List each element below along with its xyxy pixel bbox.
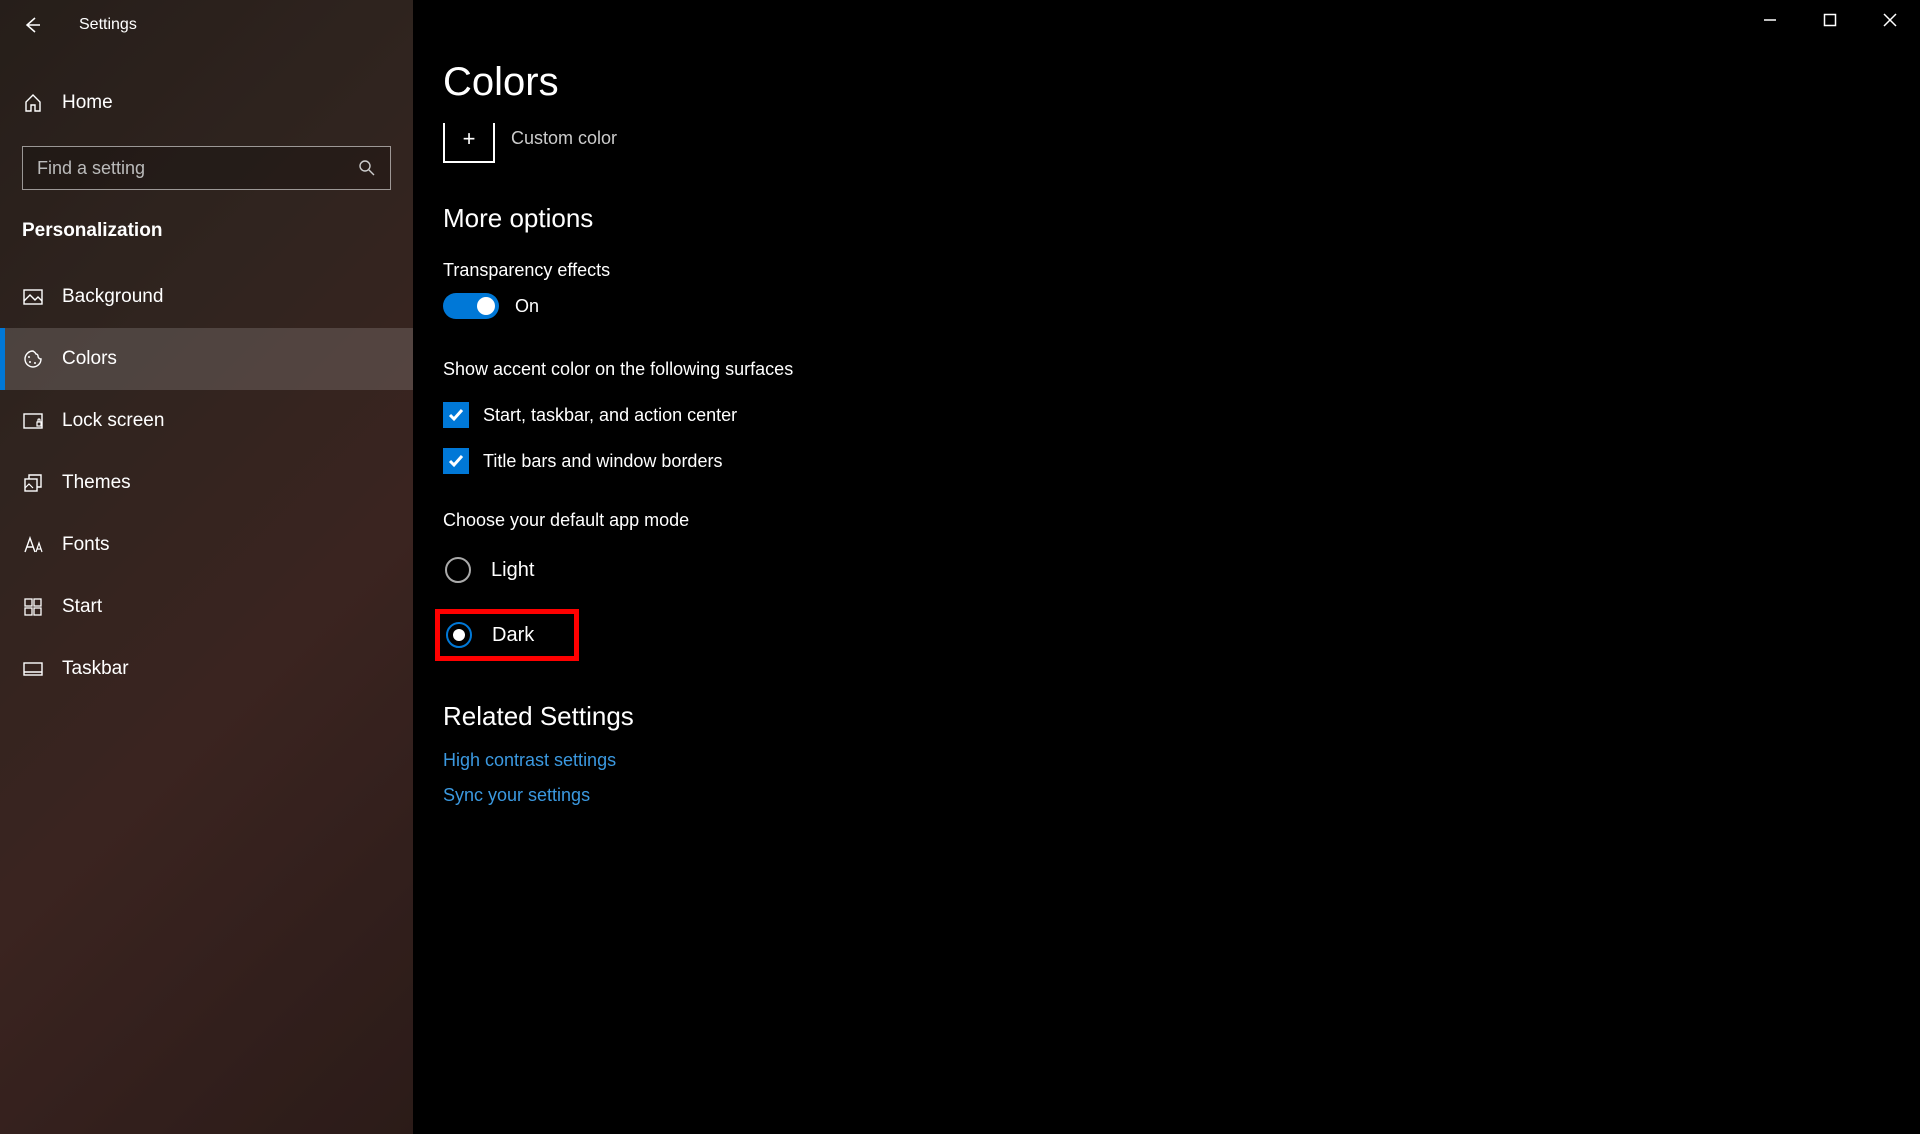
sidebar-item-label: Taskbar	[62, 658, 129, 680]
minimize-button[interactable]	[1740, 0, 1800, 40]
sidebar-item-taskbar[interactable]: Taskbar	[0, 638, 413, 700]
search-input[interactable]	[37, 158, 358, 179]
fonts-icon	[22, 534, 44, 556]
back-button[interactable]	[20, 13, 44, 37]
radio-label: Light	[491, 559, 534, 582]
high-contrast-link[interactable]: High contrast settings	[443, 750, 1920, 771]
custom-color-button[interactable]: + Custom color	[443, 123, 1920, 163]
themes-icon	[22, 472, 44, 494]
plus-box-icon: +	[443, 123, 495, 163]
transparency-state: On	[515, 296, 539, 317]
main-content: Colors + Custom color More options Trans…	[413, 0, 1920, 1134]
palette-icon	[22, 348, 44, 370]
transparency-toggle[interactable]	[443, 293, 499, 319]
checkbox-title-bars[interactable]	[443, 448, 469, 474]
window-title: Settings	[79, 16, 137, 34]
maximize-button[interactable]	[1800, 0, 1860, 40]
sidebar-item-background[interactable]: Background	[0, 266, 413, 328]
sidebar-item-label: Themes	[62, 472, 131, 494]
home-icon	[22, 92, 44, 114]
sidebar-item-label: Colors	[62, 348, 117, 370]
lock-screen-icon	[22, 410, 44, 432]
page-title: Colors	[443, 60, 1920, 105]
radio-dark[interactable]	[446, 622, 472, 648]
start-icon	[22, 596, 44, 618]
sidebar-item-themes[interactable]: Themes	[0, 452, 413, 514]
checkbox-label: Start, taskbar, and action center	[483, 405, 737, 426]
sidebar-item-label: Start	[62, 596, 102, 618]
sync-settings-link[interactable]: Sync your settings	[443, 785, 590, 805]
home-nav[interactable]: Home	[0, 80, 413, 126]
more-options-heading: More options	[443, 203, 1920, 234]
sidebar-item-colors[interactable]: Colors	[0, 328, 413, 390]
radio-dark-row[interactable]: Dark	[446, 622, 534, 648]
checkbox-label: Title bars and window borders	[483, 451, 722, 472]
search-icon	[358, 159, 376, 177]
sidebar-item-label: Fonts	[62, 534, 110, 556]
sidebar-item-fonts[interactable]: Fonts	[0, 514, 413, 576]
sidebar-item-label: Lock screen	[62, 410, 164, 432]
home-label: Home	[62, 92, 113, 114]
close-button[interactable]	[1860, 0, 1920, 40]
sidebar-item-label: Background	[62, 286, 163, 308]
checkbox-start-taskbar[interactable]	[443, 402, 469, 428]
related-settings-heading: Related Settings	[443, 701, 1920, 732]
sidebar: Settings Home Personalization Background	[0, 0, 413, 1134]
app-mode-heading: Choose your default app mode	[443, 510, 1920, 531]
custom-color-label: Custom color	[511, 128, 617, 149]
accent-heading: Show accent color on the following surfa…	[443, 359, 1920, 380]
radio-light[interactable]	[445, 557, 471, 583]
search-box[interactable]	[22, 146, 391, 190]
radio-light-row[interactable]: Light	[443, 551, 1920, 589]
sidebar-item-start[interactable]: Start	[0, 576, 413, 638]
highlight-annotation: Dark	[435, 609, 579, 661]
transparency-label: Transparency effects	[443, 260, 1920, 281]
picture-icon	[22, 286, 44, 308]
sidebar-item-lockscreen[interactable]: Lock screen	[0, 390, 413, 452]
category-label: Personalization	[22, 220, 391, 242]
radio-label: Dark	[492, 624, 534, 647]
taskbar-icon	[22, 658, 44, 680]
